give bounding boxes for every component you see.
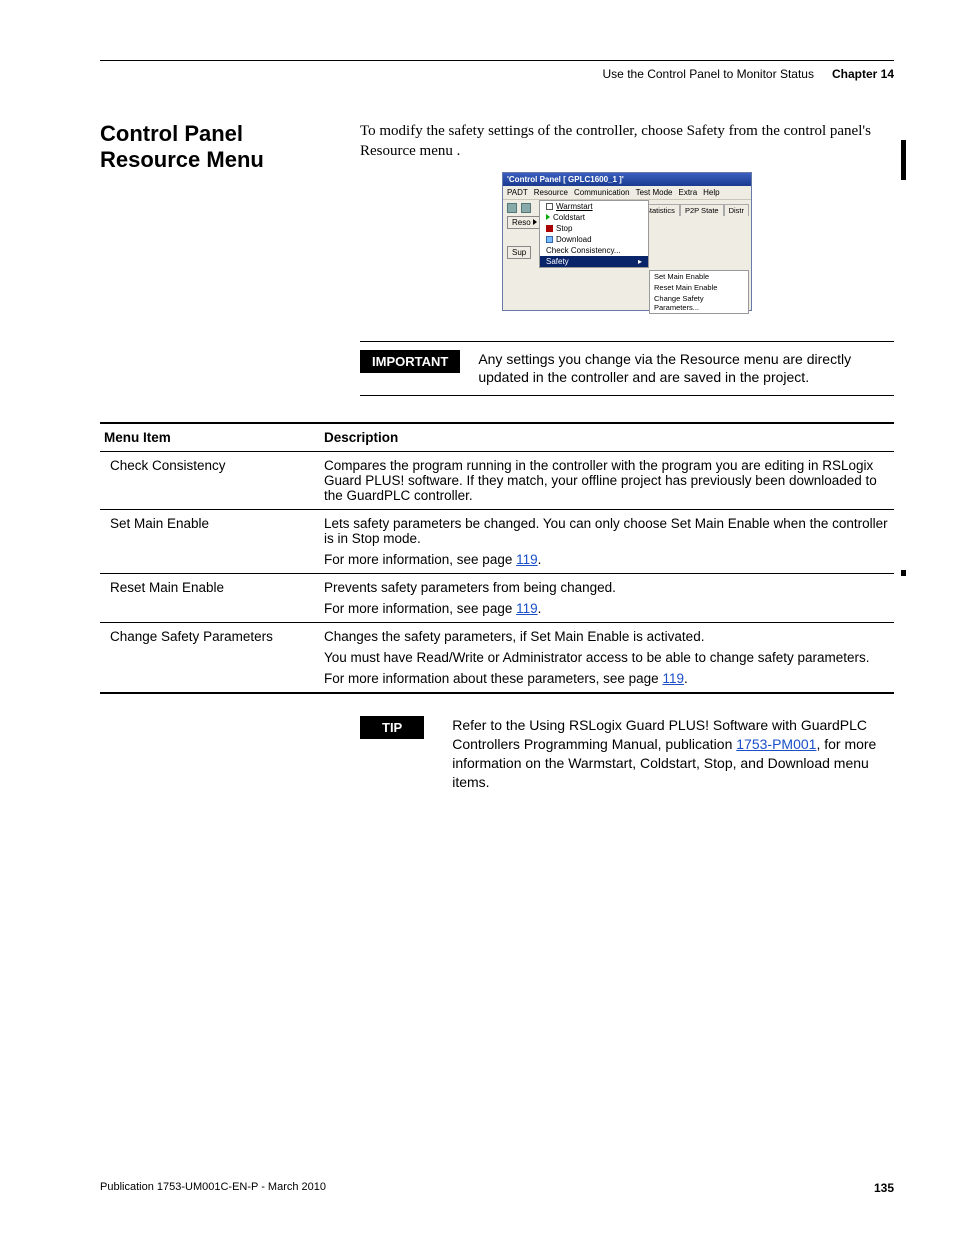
menu-item-name: Reset Main Enable (100, 574, 320, 623)
menu-item-safety[interactable]: Safety▸ (540, 256, 648, 267)
menubar-item[interactable]: Communication (574, 188, 630, 197)
publication-id: Publication 1753-UM001C-EN-P - March 201… (100, 1181, 326, 1195)
submenu-item[interactable]: Change Safety Parameters... (650, 293, 748, 313)
chapter-label: Chapter 14 (832, 67, 894, 81)
menu-item[interactable]: Warmstart (540, 201, 648, 212)
table-row: Set Main EnableLets safety parameters be… (100, 510, 894, 574)
change-bar (901, 570, 906, 576)
menu-item[interactable]: Download (540, 234, 648, 245)
warmstart-icon (546, 203, 553, 210)
intro-paragraph: To modify the safety settings of the con… (360, 121, 894, 162)
toolbar-icon[interactable] (507, 203, 517, 213)
table-header-item: Menu Item (100, 423, 320, 452)
menu-item-description: Compares the program running in the cont… (320, 452, 894, 510)
page-link[interactable]: 119 (662, 671, 684, 686)
important-label: IMPORTANT (360, 350, 460, 373)
menu-item[interactable]: Stop (540, 223, 648, 234)
submenu-item[interactable]: Set Main Enable (650, 271, 748, 282)
menubar-item[interactable]: Test Mode (636, 188, 673, 197)
publication-link[interactable]: 1753-PM001 (736, 736, 816, 752)
important-callout: IMPORTANT Any settings you change via th… (360, 341, 894, 397)
tip-text: Refer to the Using RSLogix Guard PLUS! S… (452, 716, 894, 792)
window-titlebar: 'Control Panel [ GPLC1600_1 ]' (503, 173, 751, 186)
menubar-item[interactable]: Extra (678, 188, 697, 197)
menu-item[interactable]: Check Consistency... (540, 245, 648, 256)
play-icon (546, 214, 550, 220)
important-text: Any settings you change via the Resource… (478, 350, 894, 388)
menu-item-name: Change Safety Parameters (100, 623, 320, 694)
menu-item[interactable]: Coldstart (540, 212, 648, 223)
table-header-desc: Description (320, 423, 894, 452)
tip-label: TIP (360, 716, 424, 739)
page-link[interactable]: 119 (516, 601, 538, 616)
resource-dropdown: Warmstart Coldstart Stop Download Check … (539, 200, 649, 268)
tip-callout: TIP Refer to the Using RSLogix Guard PLU… (360, 716, 894, 792)
page-number: 135 (874, 1181, 894, 1195)
toolbar-icon[interactable] (521, 203, 531, 213)
header-rule (100, 60, 894, 61)
tab[interactable]: P2P State (680, 204, 724, 216)
left-button[interactable]: Sup (507, 246, 531, 259)
tab[interactable]: Distr (724, 204, 749, 216)
embedded-screenshot: 'Control Panel [ GPLC1600_1 ]' PADT Reso… (502, 172, 752, 311)
menubar-item[interactable]: Help (703, 188, 719, 197)
page: Use the Control Panel to Monitor Status … (0, 0, 954, 1235)
safety-submenu: Set Main Enable Reset Main Enable Change… (649, 270, 749, 314)
submenu-item[interactable]: Reset Main Enable (650, 282, 748, 293)
page-link[interactable]: 119 (516, 552, 538, 567)
download-icon (546, 236, 553, 243)
stop-icon (546, 225, 553, 232)
menu-item-name: Set Main Enable (100, 510, 320, 574)
menubar-item[interactable]: Resource (534, 188, 568, 197)
menubar-item[interactable]: PADT (507, 188, 528, 197)
section-heading: Control Panel Resource Menu (100, 121, 340, 311)
chevron-right-icon (533, 219, 537, 225)
menu-item-description: Changes the safety parameters, if Set Ma… (320, 623, 894, 694)
table-row: Change Safety ParametersChanges the safe… (100, 623, 894, 694)
window-menubar: PADT Resource Communication Test Mode Ex… (503, 186, 751, 200)
menu-item-table: Menu Item Description Check ConsistencyC… (100, 422, 894, 694)
running-head-text: Use the Control Panel to Monitor Status (603, 67, 814, 81)
running-header: Use the Control Panel to Monitor Status … (100, 67, 894, 81)
page-footer: Publication 1753-UM001C-EN-P - March 201… (100, 1181, 894, 1195)
menu-item-description: Prevents safety parameters from being ch… (320, 574, 894, 623)
menu-item-name: Check Consistency (100, 452, 320, 510)
menu-item-description: Lets safety parameters be changed. You c… (320, 510, 894, 574)
table-row: Check ConsistencyCompares the program ru… (100, 452, 894, 510)
change-bar (901, 140, 906, 180)
table-row: Reset Main EnablePrevents safety paramet… (100, 574, 894, 623)
